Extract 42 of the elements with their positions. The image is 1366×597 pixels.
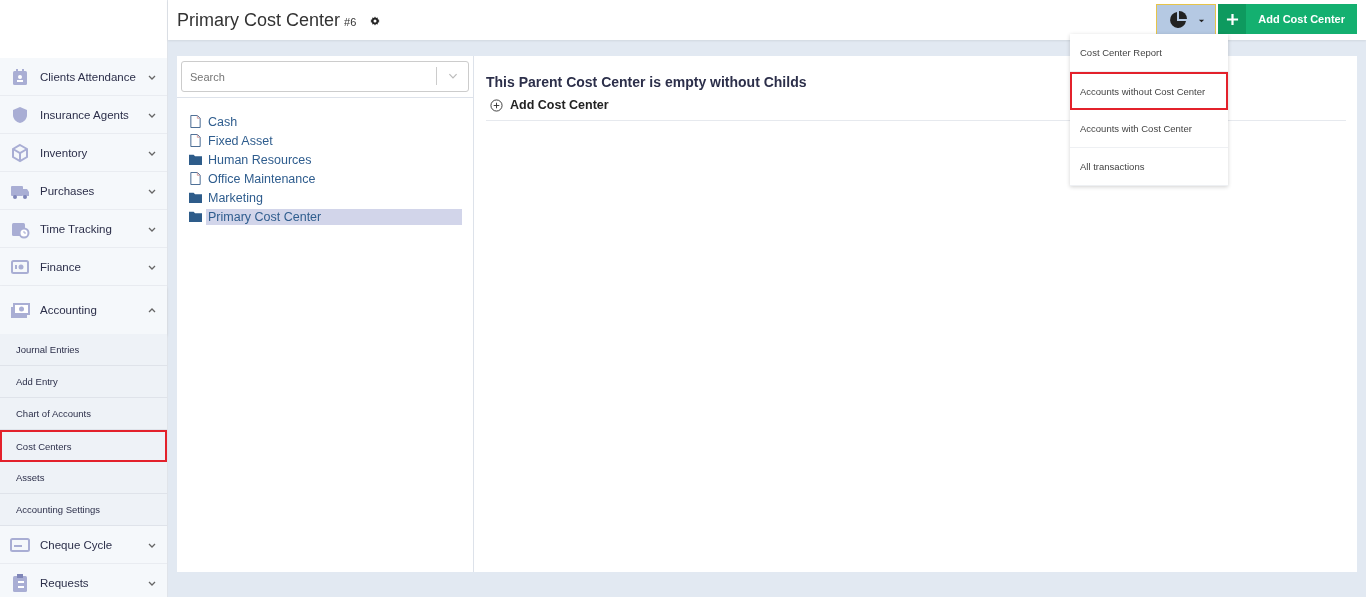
add-cost-center-link[interactable]: Add Cost Center [490,98,609,112]
sidebar-item[interactable]: Insurance Agents [0,96,167,134]
sidebar-item[interactable]: Clients Attendance [0,58,167,96]
settings-icon[interactable] [370,15,381,26]
sidebar-item[interactable]: Accounting [0,286,167,334]
box-icon [10,142,30,163]
plus-circle-icon [490,98,503,112]
submenu-item[interactable]: Journal Entries [0,334,167,366]
menu-item[interactable]: Accounts without Cost Center [1070,72,1228,110]
sidebar-item[interactable]: Inventory [0,134,167,172]
file-icon [189,172,202,185]
sidebar-item[interactable]: Finance [0,248,167,286]
plus-icon [1225,12,1239,26]
record-number: #6 [344,15,357,28]
tree-item[interactable]: Office Maintenance [206,170,462,187]
folder-icon [189,191,202,204]
shield-icon [10,104,30,125]
file-icon [189,115,202,128]
sidebar-item[interactable]: Purchases [0,172,167,210]
folder-icon [189,153,202,166]
tree-item[interactable]: Marketing [206,189,462,206]
money-icon [10,300,30,320]
empty-message: This Parent Cost Center is empty without Childs [486,74,808,90]
submenu-item[interactable]: Assets [0,462,167,494]
tree-item[interactable]: Fixed Asset [206,132,462,149]
calendar-person-icon [10,66,30,87]
sidebar-item[interactable]: Requests [0,564,167,597]
page-title: Primary Cost Center [177,9,341,31]
file-icon [189,134,202,147]
submenu-item[interactable]: Chart of Accounts [0,398,167,430]
clipboard-icon [10,572,30,593]
submenu-item[interactable]: Add Entry [0,366,167,398]
tree-item[interactable]: Primary Cost Center [206,208,462,225]
sidebar-item[interactable]: Cheque Cycle [0,526,167,564]
submenu-item[interactable]: Cost Centers [0,430,167,462]
search-field[interactable]: Search [181,61,469,92]
tree-item[interactable]: Human Resources [206,151,462,168]
tree-item[interactable]: Cash [206,113,462,130]
sidebar-item[interactable]: Time Tracking [0,210,167,248]
pie-chart-icon [1167,10,1188,30]
folder-icon [189,210,202,223]
reports-dropdown-button[interactable] [1156,4,1217,36]
